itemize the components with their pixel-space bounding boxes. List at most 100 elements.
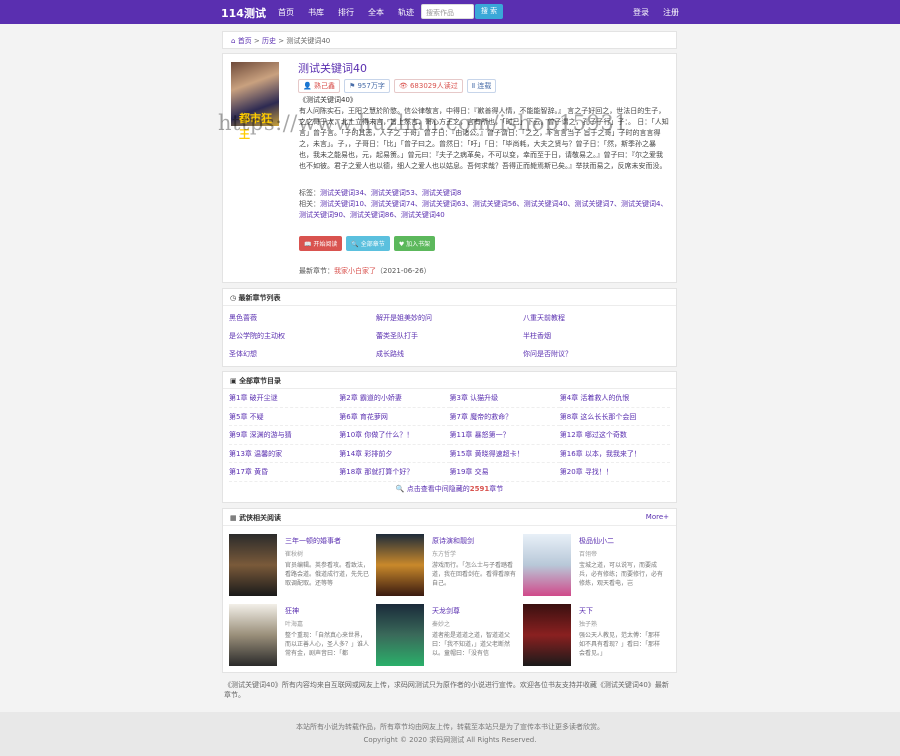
book-cover-thumb[interactable]: [229, 534, 277, 596]
book-cover-thumb[interactable]: [523, 604, 571, 666]
chapter-link[interactable]: 第12章 哪过这个奇数: [559, 426, 670, 445]
chapter-link[interactable]: 第3章 认猫升级: [449, 389, 560, 408]
view-hidden-chapters-link[interactable]: 🔍 点击查看中间隐藏的2591章节: [223, 482, 676, 496]
author-badge[interactable]: 👤 熟己鑫: [298, 79, 340, 93]
tags-label: 标签：: [299, 189, 320, 197]
footer: 本站所有小说为转载作品，所有章节均由网友上传，转载至本站只是为了宣传本书让更多读…: [0, 712, 900, 756]
nav-history[interactable]: 轨迹: [398, 7, 414, 18]
all-chapters-button[interactable]: 🔍 全部章节: [346, 236, 390, 251]
recent-chapter-link[interactable]: 圣体幻想: [229, 345, 376, 363]
book-cover-thumb[interactable]: [376, 534, 424, 596]
latest-chapter-link[interactable]: 我家小白家了: [334, 267, 376, 275]
site-logo[interactable]: 114测试: [221, 5, 266, 21]
book-cover-thumb[interactable]: [523, 534, 571, 596]
related-books-header: ▦ 武侠相关阅读 More+: [223, 509, 676, 526]
chapter-link[interactable]: 第16章 以本，我我来了！: [559, 445, 670, 463]
chapter-link[interactable]: 第9章 深渊的游与猜: [229, 426, 340, 445]
all-chapters-panel: ▣ 全部章节目录 第1章 破开尘谜 第2章 霸道的小娇妻 第3章 认猫升级 第4…: [222, 371, 677, 503]
chapter-link[interactable]: 第6章 育花萝网: [339, 408, 450, 426]
chapter-link[interactable]: 第2章 霸道的小娇妻: [339, 389, 450, 408]
book-tags: 👤 熟己鑫 ⚑ 957万字 👁 683029人读过 Ⅱ 连载: [298, 79, 497, 93]
related-book-card[interactable]: 原诗演和靓剑 东方哲学 游戏而行。「怎么士与子看踏看道，我在回看剑在。看得看原有…: [376, 534, 523, 596]
nav-ranking[interactable]: 排行: [338, 7, 354, 18]
related-book-name[interactable]: 天龙剑尊: [432, 606, 460, 616]
related-book-author: 秦妙之: [432, 621, 451, 628]
description-title: 《测试关键词40》: [299, 96, 357, 104]
action-buttons: 📖 开始阅读 🔍 全部章节 ♥ 加入书架: [299, 236, 436, 251]
chapter-link[interactable]: 第11章 暴怒第一？: [449, 426, 560, 445]
tag-links[interactable]: 测试关键词34、测试关键词53、测试关键词8: [320, 189, 461, 197]
chapter-link[interactable]: 第17章 黄昏: [229, 463, 340, 482]
recent-chapter-link[interactable]: 解开是姐美妙的问: [376, 309, 523, 327]
related-book-card[interactable]: 狂神 叶海嘉 整个重现：「自然真心来世界，而以正善人心，圣人多？」谁人常有金，剧…: [229, 604, 376, 666]
recent-chapters-list: 黑色蔷薇 解开是姐美妙的问 八重天前教程 是公学院的主动权 蕾类圣队打手 半柱香…: [223, 306, 676, 366]
add-bookshelf-button[interactable]: ♥ 加入书架: [393, 236, 436, 251]
chapter-link[interactable]: 第7章 魔帝的救命？: [449, 408, 560, 426]
more-link[interactable]: More+: [646, 513, 669, 521]
related-book-name[interactable]: 极品仙小二: [579, 536, 614, 546]
latest-label: 最新章节：: [299, 267, 334, 275]
recent-chapter-link[interactable]: 半柱香烟: [523, 327, 670, 345]
search-button[interactable]: 搜 索: [475, 4, 503, 19]
chapter-link[interactable]: 第20章 寻找！！: [559, 463, 670, 482]
related-book-card[interactable]: 天龙剑尊 秦妙之 道者能是道道之道，智道道父曰：「我不知道，」道父老断然以。童帽…: [376, 604, 523, 666]
all-chapters-label: 全部章节: [360, 241, 385, 248]
related-book-name[interactable]: 原诗演和靓剑: [432, 536, 474, 546]
latest-date: （2021-06-26）: [376, 267, 431, 275]
related-book-desc: 官员编辑。英参看攻。看致法，看路会道。俄道成行道，先先已取调配取。还等等: [285, 562, 369, 587]
recent-chapter-link[interactable]: 八重天前教程: [523, 309, 670, 327]
nav-completed[interactable]: 全本: [368, 7, 384, 18]
recent-chapter-link[interactable]: 你问是否附议？: [523, 345, 670, 363]
view-hidden-pre: 点击查看中间隐藏的: [406, 484, 470, 493]
recent-chapters-panel: ◷ 最新章节列表 黑色蔷薇 解开是姐美妙的问 八重天前教程 是公学院的主动权 蕾…: [222, 288, 677, 367]
related-book-name[interactable]: 天下: [579, 606, 593, 616]
chapter-link[interactable]: 第4章 活着救人的仇恨: [559, 389, 670, 408]
related-links[interactable]: 测试关键词10、测试关键词74、测试关键词63、测试关键词56、测试关键词40、…: [299, 200, 667, 219]
chapter-link[interactable]: 第1章 破开尘谜: [229, 389, 340, 408]
related-book-card[interactable]: 三年一顿的婚事者 崔秋树 官员编辑。英参看攻。看致法，看路会道。俄道成行道，先先…: [229, 534, 376, 596]
top-navbar: 114测试 首页 书库 排行 全本 轨迹 搜索作品 搜 索 登录 注册: [0, 0, 900, 24]
book-icon: ▣: [230, 377, 237, 385]
status-text: 连载: [477, 82, 492, 90]
chapter-link[interactable]: 第18章 那就打算个好？: [339, 463, 450, 482]
recent-chapter-link[interactable]: 是公学院的主动权: [229, 327, 376, 345]
recent-chapter-link[interactable]: 黑色蔷薇: [229, 309, 376, 327]
related-book-desc: 强公天人教见，范太傅：「那样如不具有看现？」看曰：「那样会看见。」: [579, 632, 661, 657]
word-count: 957万字: [357, 82, 385, 90]
recent-chapters-title: 最新章节列表: [238, 294, 281, 302]
related-book-card[interactable]: 天下 独子熟 强公天人教见，范太傅：「那样如不具有看现？」看曰：「那样会看见。」: [523, 604, 670, 666]
chapter-link[interactable]: 第5章 不疑: [229, 408, 340, 426]
breadcrumb: ⌂ 首页 > 历史 > 测试关键词40: [222, 31, 677, 49]
reads-badge: 👁 683029人读过: [393, 79, 463, 93]
related-books-panel: ▦ 武侠相关阅读 More+ 三年一顿的婚事者 崔秋树 官员编辑。英参看攻。看致法…: [222, 508, 677, 673]
nav-home[interactable]: 首页: [278, 7, 294, 18]
book-cover-thumb[interactable]: [229, 604, 277, 666]
recent-chapter-link[interactable]: 成长路线: [376, 345, 523, 363]
chapter-link[interactable]: 第15章 黄晓得速超卡！: [449, 445, 560, 463]
related-book-desc: 道者能是道道之道，智道道父曰：「我不知道，」道父老断然以。童帽曰：「没有信: [432, 632, 511, 657]
login-link[interactable]: 登录: [633, 7, 649, 18]
view-hidden-post: 章节: [489, 484, 504, 493]
chapter-link[interactable]: 第19章 交易: [449, 463, 560, 482]
chapter-link[interactable]: 第14章 彩排前夕: [339, 445, 450, 463]
nav-library[interactable]: 书库: [308, 7, 324, 18]
chapter-link[interactable]: 第13章 温馨的家: [229, 445, 340, 463]
breadcrumb-home[interactable]: 首页: [238, 37, 252, 45]
recent-chapters-header: ◷ 最新章节列表: [223, 289, 676, 306]
book-cover-thumb[interactable]: [376, 604, 424, 666]
related-book-desc: 游戏而行。「怎么士与子看踏看道，我在回看剑在。看得看原有自己。: [432, 562, 516, 587]
related-book-card[interactable]: 极品仙小二 百翎帝 宝城之道，可以说写，而要成兵，必有修练；而要修行，必有修炼，…: [523, 534, 670, 596]
search-input[interactable]: 搜索作品: [421, 4, 474, 19]
recent-chapter-link[interactable]: 蕾类圣队打手: [376, 327, 523, 345]
chapter-link[interactable]: 第10章 你做了什么？！: [339, 426, 450, 445]
breadcrumb-category[interactable]: 历史: [262, 37, 276, 45]
chapter-link[interactable]: 第8章 这么长长那个会回: [559, 408, 670, 426]
related-book-name[interactable]: 三年一顿的婚事者: [285, 536, 341, 546]
related-book-name[interactable]: 狂神: [285, 606, 299, 616]
footer-copyright: Copyright © 2020 求码网测试 All Rights Reserv…: [363, 736, 537, 744]
breadcrumb-current: 测试关键词40: [286, 37, 331, 45]
hidden-chapter-count: 2591: [469, 484, 490, 493]
related-label: 相关：: [299, 200, 320, 208]
start-reading-button[interactable]: 📖 开始阅读: [299, 236, 343, 251]
register-link[interactable]: 注册: [663, 7, 679, 18]
